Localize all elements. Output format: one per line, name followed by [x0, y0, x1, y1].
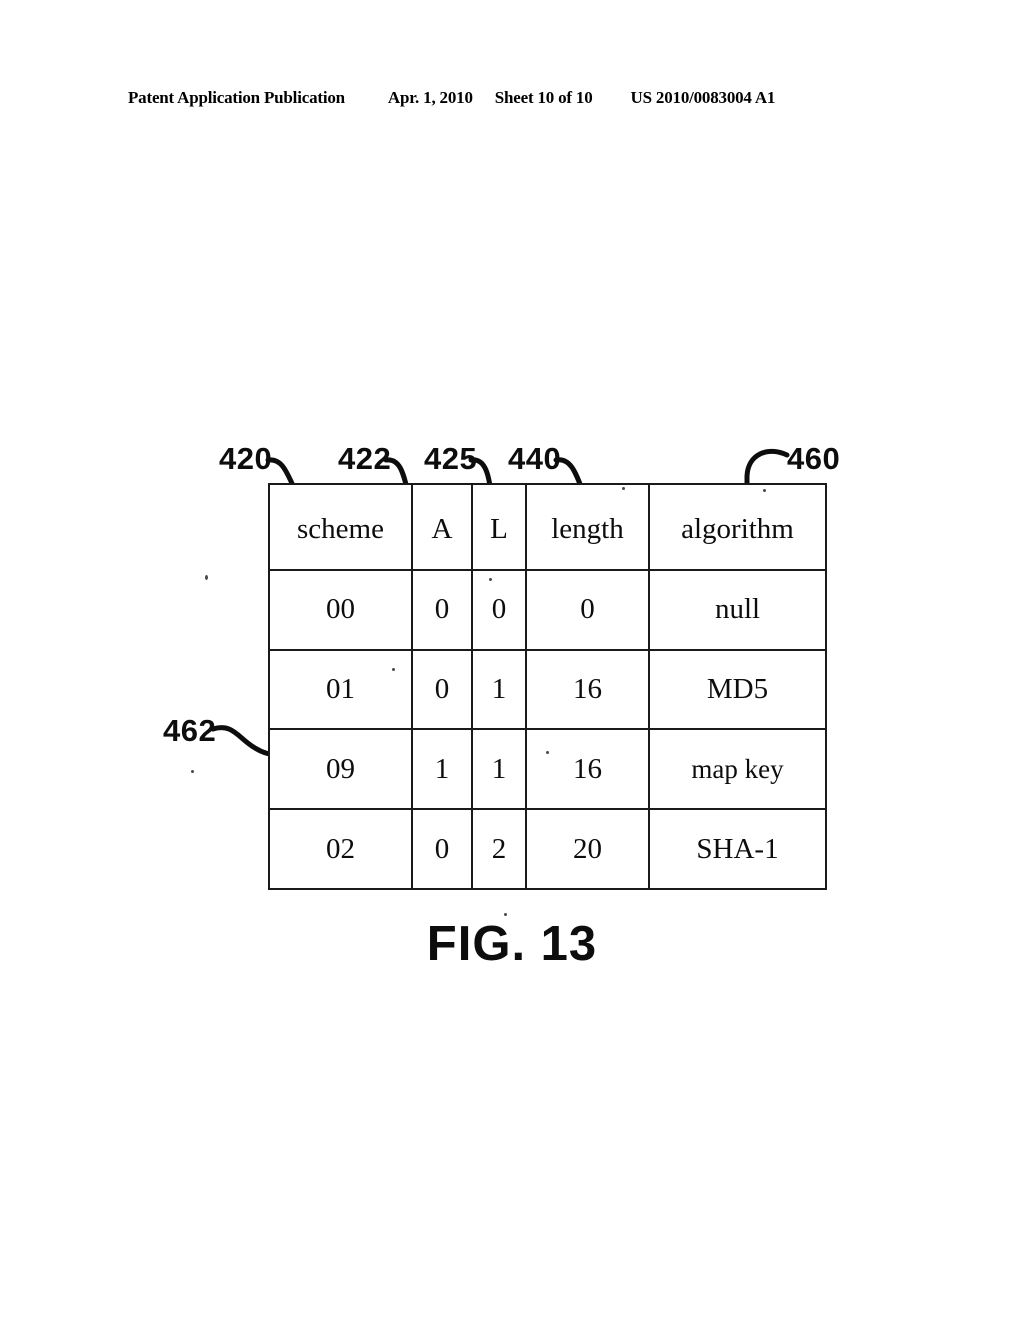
cell-scheme: 01 [268, 648, 413, 731]
table-row: 09 1 1 16 map key [268, 728, 827, 811]
cell-length: 20 [525, 808, 650, 890]
cell-scheme: 09 [268, 728, 413, 811]
cell-l: 1 [471, 648, 527, 731]
figure-caption: FIG. 13 [426, 917, 598, 971]
scan-speckle [489, 578, 492, 581]
scan-speckle [546, 751, 549, 754]
cell-length: 16 [525, 728, 650, 811]
cell-a: 0 [411, 808, 473, 890]
reference-numeral-460: 460 [787, 441, 841, 476]
cell-length: 0 [525, 568, 650, 651]
reference-numeral-440: 440 [508, 441, 562, 476]
cell-algorithm: map key [648, 728, 827, 811]
cell-scheme: 00 [268, 568, 413, 651]
scan-speckle [392, 668, 395, 671]
table-row: 02 0 2 20 SHA-1 [268, 808, 827, 890]
table-header-row: scheme A L length algorithm [268, 483, 827, 571]
scan-speckle [205, 575, 208, 580]
column-header-scheme: scheme [268, 483, 413, 571]
figure-13: 420 422 425 440 460 462 scheme A L lengt… [0, 0, 1024, 1320]
reference-numeral-422: 422 [338, 441, 392, 476]
cell-l: 0 [471, 568, 527, 651]
table-row: 01 0 1 16 MD5 [268, 648, 827, 731]
cell-a: 0 [411, 568, 473, 651]
cell-algorithm: null [648, 568, 827, 651]
cell-a: 1 [411, 728, 473, 811]
table-row: 00 0 0 0 null [268, 568, 827, 651]
column-header-a: A [411, 483, 473, 571]
cell-length: 16 [525, 648, 650, 731]
reference-numeral-462: 462 [163, 713, 217, 748]
cell-a: 0 [411, 648, 473, 731]
cell-l: 1 [471, 728, 527, 811]
cell-algorithm: MD5 [648, 648, 827, 731]
scheme-table: scheme A L length algorithm 00 0 0 0 nul… [268, 483, 827, 890]
column-header-l: L [471, 483, 527, 571]
cell-l: 2 [471, 808, 527, 890]
scan-speckle [622, 487, 625, 490]
cell-scheme: 02 [268, 808, 413, 890]
column-header-length: length [525, 483, 650, 571]
scan-speckle [191, 770, 194, 773]
column-header-algorithm: algorithm [648, 483, 827, 571]
reference-numeral-420: 420 [219, 441, 273, 476]
cell-algorithm: SHA-1 [648, 808, 827, 890]
scan-speckle [763, 489, 766, 492]
reference-numeral-425: 425 [424, 441, 478, 476]
